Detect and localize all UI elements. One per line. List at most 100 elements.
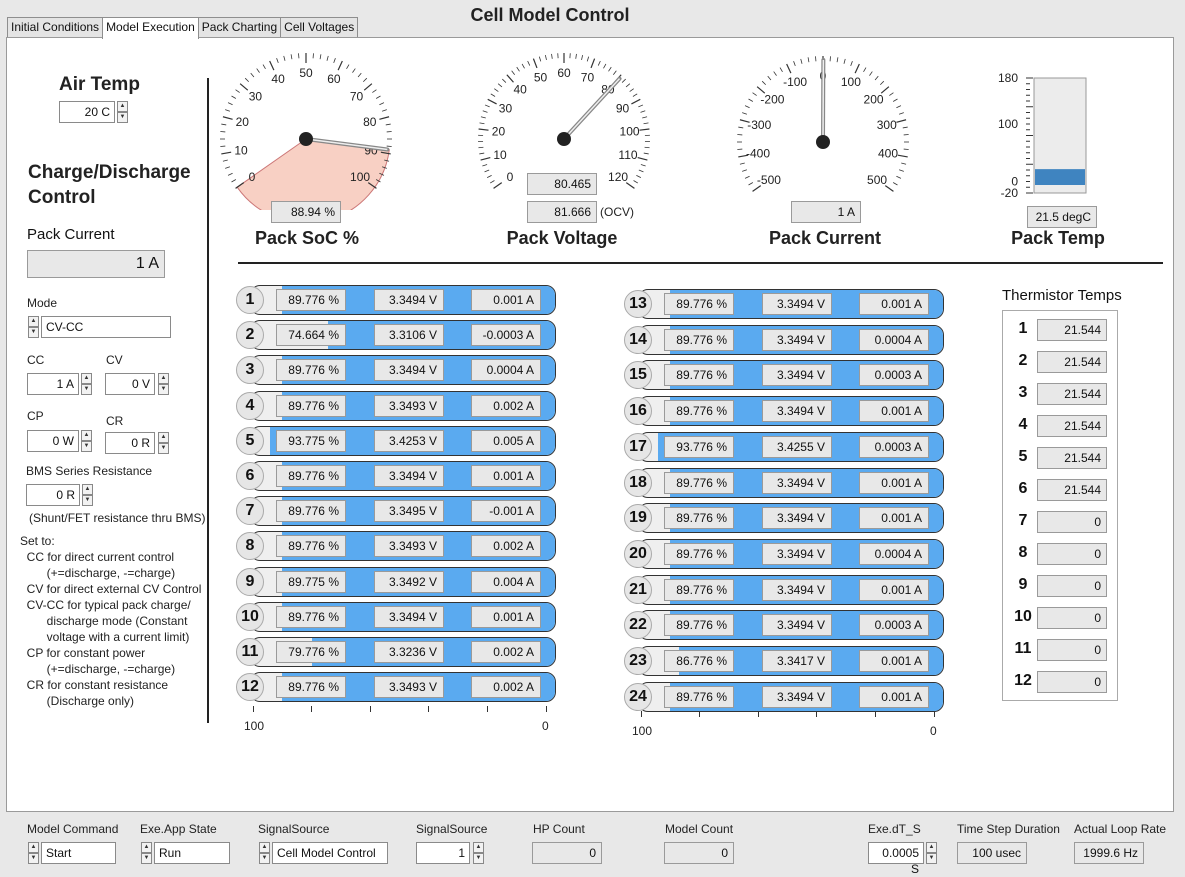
cell-soc: 89.776 %	[664, 328, 734, 351]
gauge-minor-tick	[744, 175, 750, 179]
model-command-select[interactable]: Start	[41, 842, 116, 864]
scale-tick	[816, 711, 817, 717]
gauge-major-tick	[639, 128, 650, 131]
spin-down-icon[interactable]: ▼	[158, 443, 169, 454]
cell-row: 2 74.664 % 3.3106 V -0.0003 A	[236, 319, 558, 351]
tab-model-execution[interactable]: Model Execution	[102, 17, 199, 39]
spin-up-icon[interactable]: ▲	[81, 373, 92, 384]
gauge-tick-label: 120	[608, 170, 628, 184]
cv-input[interactable]: 0 V	[105, 373, 155, 395]
spin-up-icon[interactable]: ▲	[259, 842, 270, 853]
signal-source-2-spinner[interactable]: ▲ ▼	[473, 842, 484, 864]
app-state-select[interactable]: Run	[154, 842, 230, 864]
cell-current: 0.0004 A	[471, 359, 541, 382]
gauge-tick-label: 60	[327, 72, 341, 86]
exe-dt-spinner[interactable]: ▲ ▼	[926, 842, 937, 864]
spin-down-icon[interactable]: ▼	[259, 853, 270, 864]
signal-source-select[interactable]: Cell Model Control	[272, 842, 388, 864]
cell-current: 0.001 A	[859, 507, 929, 530]
spin-down-icon[interactable]: ▼	[28, 853, 39, 864]
model-count-value: 0	[664, 842, 734, 864]
spin-down-icon[interactable]: ▼	[82, 495, 93, 506]
gauge-major-tick	[590, 58, 596, 69]
cell-current: 0.002 A	[471, 641, 541, 663]
bms-resistance-spinner[interactable]: ▲ ▼	[82, 484, 93, 506]
spin-down-icon[interactable]: ▼	[473, 853, 484, 864]
mode-select[interactable]: CV-CC	[41, 316, 171, 338]
cell-number: 24	[624, 682, 652, 711]
spin-up-icon[interactable]: ▲	[473, 842, 484, 853]
spin-up-icon[interactable]: ▲	[926, 842, 937, 853]
tab-initial-conditions[interactable]: Initial Conditions	[7, 17, 104, 38]
cell-voltage: 3.3494 V	[762, 507, 832, 530]
gauge-minor-tick	[643, 122, 649, 125]
spin-up-icon[interactable]: ▲	[158, 373, 169, 384]
thermistor-row: 80	[1003, 539, 1119, 571]
cell-number: 5	[236, 426, 264, 455]
model-command-spinner[interactable]: ▲ ▼	[28, 842, 39, 864]
cp-input[interactable]: 0 W	[27, 430, 79, 452]
air-temp-spinner[interactable]: ▲ ▼	[117, 101, 128, 123]
thermistor-row: 5 21.544	[1003, 443, 1119, 475]
gauge-tick-label: 80	[363, 115, 377, 129]
spin-up-icon[interactable]: ▲	[141, 842, 152, 853]
spin-down-icon[interactable]: ▼	[81, 441, 92, 452]
spin-down-icon[interactable]: ▼	[141, 853, 152, 864]
tab-pack-charting[interactable]: Pack Charting	[197, 17, 282, 38]
bms-resistance-input[interactable]: 0 R	[26, 484, 80, 506]
cv-spinner[interactable]: ▲ ▼	[158, 373, 169, 395]
gauge-tick-label: 20	[236, 115, 250, 129]
thermistor-row: 11 0	[1003, 635, 1119, 667]
spin-down-icon[interactable]: ▼	[28, 327, 39, 338]
cc-input[interactable]: 1 A	[27, 373, 79, 395]
mode-spinner[interactable]: ▲ ▼	[28, 316, 39, 338]
gauge-minor-tick	[621, 78, 626, 83]
gauge-minor-tick	[227, 172, 233, 176]
temp-thermometer: 1801000-20	[998, 71, 1087, 200]
spin-up-icon[interactable]: ▲	[81, 430, 92, 441]
gauge-tick-label: 100	[620, 124, 640, 138]
spin-up-icon[interactable]: ▲	[28, 316, 39, 327]
gauge-minor-tick	[901, 162, 907, 165]
gauge-tick-label: 40	[513, 83, 527, 97]
gauge-minor-tick	[276, 58, 279, 64]
gauge-tick-label: 30	[499, 102, 513, 116]
scale-tick	[428, 706, 429, 712]
gauge-minor-tick	[638, 169, 644, 173]
spin-down-icon[interactable]: ▼	[117, 112, 128, 123]
time-step-value: 100 usec	[957, 842, 1027, 864]
loop-rate-label: Actual Loop Rate	[1074, 822, 1167, 836]
cell-soc: 89.776 %	[276, 605, 346, 628]
tab-cell-voltages[interactable]: Cell Voltages	[280, 17, 359, 38]
gauge-minor-tick	[896, 175, 902, 179]
air-temp-input[interactable]: 20 C	[59, 101, 115, 123]
signal-source-2-input[interactable]: 1	[416, 842, 470, 864]
cell-voltage: 3.3494 V	[762, 471, 832, 494]
spin-down-icon[interactable]: ▼	[158, 384, 169, 395]
cp-spinner[interactable]: ▲ ▼	[81, 430, 92, 452]
time-step-label: Time Step Duration	[957, 822, 1060, 836]
cr-spinner[interactable]: ▲ ▼	[158, 432, 169, 454]
spin-up-icon[interactable]: ▲	[28, 842, 39, 853]
cell-current: -0.0003 A	[471, 324, 541, 347]
spin-down-icon[interactable]: ▼	[81, 384, 92, 395]
cell-row: 6 89.776 % 3.3494 V 0.001 A	[236, 460, 558, 492]
gauge-major-tick	[637, 157, 648, 161]
gauge-major-tick	[379, 116, 390, 120]
cell-soc: 89.776 %	[276, 535, 346, 558]
gauge-tick-label: 0	[249, 170, 256, 184]
thermistor-value: 21.544	[1037, 415, 1107, 437]
spin-down-icon[interactable]: ▼	[926, 853, 937, 864]
cc-spinner[interactable]: ▲ ▼	[81, 373, 92, 395]
cr-input[interactable]: 0 R	[105, 432, 155, 454]
cell-voltage: 3.3494 V	[762, 364, 832, 387]
spin-up-icon[interactable]: ▲	[117, 101, 128, 112]
spin-up-icon[interactable]: ▲	[82, 484, 93, 495]
signal-source-spinner[interactable]: ▲ ▼	[259, 842, 270, 864]
exe-dt-input[interactable]: 0.0005 S	[868, 842, 924, 876]
thermistor-value: 21.544	[1037, 319, 1107, 341]
spin-up-icon[interactable]: ▲	[158, 432, 169, 443]
cv-label: CV	[106, 353, 123, 367]
app-state-spinner[interactable]: ▲ ▼	[141, 842, 152, 864]
cell-number: 13	[624, 290, 652, 318]
